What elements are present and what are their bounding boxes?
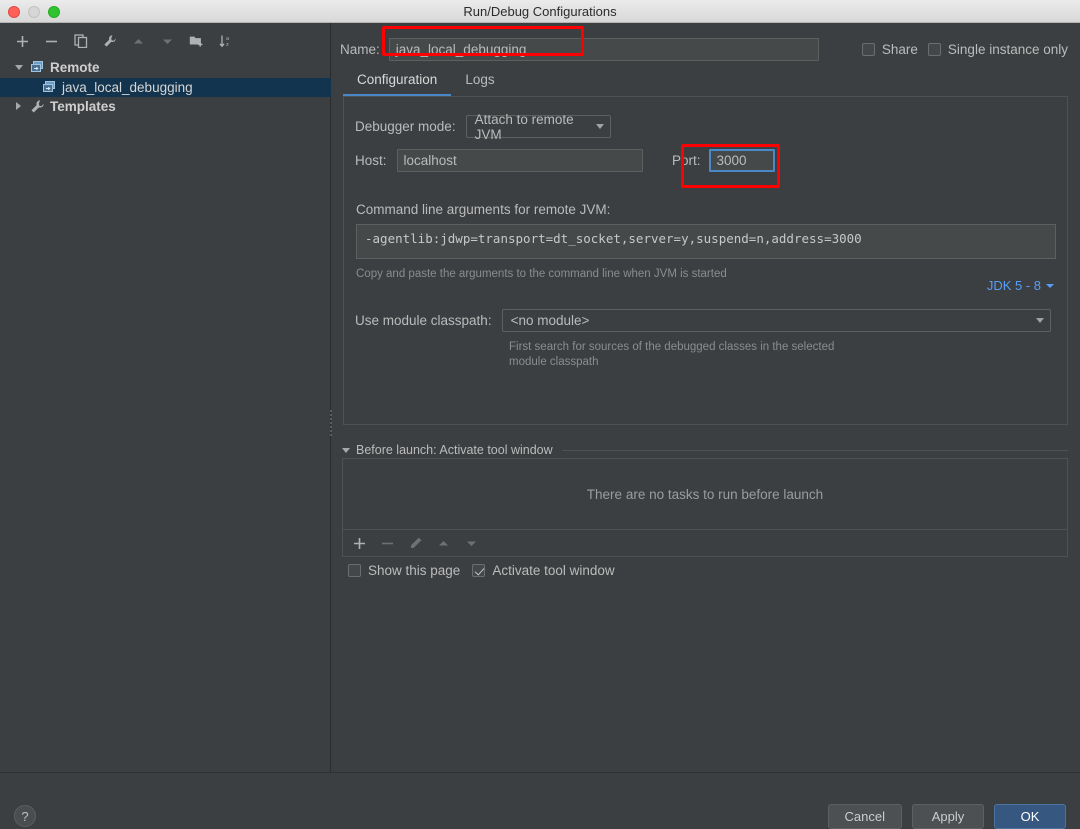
- jdk-version-label: JDK 5 - 8: [987, 278, 1041, 293]
- show-this-page-checkbox[interactable]: Show this page: [348, 563, 460, 578]
- debugger-mode-label: Debugger mode:: [355, 119, 456, 134]
- debugger-mode-select[interactable]: Attach to remote JVM: [466, 115, 611, 138]
- chevron-down-icon: [596, 124, 604, 129]
- copy-icon[interactable]: [72, 33, 89, 50]
- tab-configuration[interactable]: Configuration: [343, 72, 451, 96]
- window-title: Run/Debug Configurations: [0, 0, 1080, 23]
- move-up-button[interactable]: [130, 33, 147, 50]
- chevron-down-icon: [1036, 318, 1044, 323]
- folder-add-icon[interactable]: [188, 33, 205, 50]
- tree-label: java_local_debugging: [62, 78, 193, 97]
- before-launch-title: Before launch: Activate tool window: [356, 443, 553, 457]
- tab-logs[interactable]: Logs: [451, 72, 508, 96]
- help-button[interactable]: ?: [14, 805, 36, 827]
- checkbox-box[interactable]: [472, 564, 485, 577]
- tree-group-templates[interactable]: Templates: [0, 97, 331, 117]
- before-launch-header[interactable]: Before launch: Activate tool window: [342, 443, 553, 457]
- add-task-button[interactable]: [351, 535, 368, 552]
- tree-item-java-local-debugging[interactable]: java_local_debugging: [0, 78, 331, 98]
- task-up-button[interactable]: [435, 535, 452, 552]
- port-row: Port: 3000: [672, 149, 775, 172]
- module-classpath-value: <no module>: [511, 313, 590, 328]
- pencil-icon[interactable]: [407, 535, 424, 552]
- configuration-panel: Debugger mode: Attach to remote JVM Host…: [343, 97, 1068, 425]
- name-label: Name:: [340, 42, 380, 57]
- args-hint: Copy and paste the arguments to the comm…: [356, 267, 727, 282]
- single-instance-checkbox[interactable]: Single instance only: [928, 42, 1068, 57]
- before-launch-empty-message: There are no tasks to run before launch: [587, 487, 823, 502]
- before-launch-toolbar: [342, 530, 1068, 557]
- show-this-page-label: Show this page: [368, 563, 460, 578]
- module-classpath-label: Use module classpath:: [355, 313, 492, 328]
- tree-label: Remote: [50, 58, 100, 77]
- share-label: Share: [882, 42, 918, 57]
- chevron-down-icon[interactable]: [342, 448, 350, 453]
- host-input[interactable]: localhost: [397, 149, 643, 172]
- share-checkbox[interactable]: Share: [862, 42, 918, 57]
- sort-alpha-icon[interactable]: a z: [217, 33, 234, 50]
- window-titlebar: Run/Debug Configurations: [0, 0, 1080, 23]
- remove-button[interactable]: [43, 33, 60, 50]
- header-checkboxes: Share Single instance only: [862, 33, 1068, 65]
- tab-bar: Configuration Logs: [343, 69, 1068, 96]
- before-launch-options: Show this page Activate tool window: [348, 563, 615, 578]
- chevron-down-icon: [1046, 284, 1054, 288]
- add-button[interactable]: [14, 33, 31, 50]
- single-instance-label: Single instance only: [948, 42, 1068, 57]
- remove-task-button[interactable]: [379, 535, 396, 552]
- module-classpath-hint-line1: First search for sources of the debugged…: [509, 340, 834, 355]
- module-classpath-select[interactable]: <no module>: [502, 309, 1051, 332]
- before-launch-task-list[interactable]: There are no tasks to run before launch: [342, 458, 1068, 530]
- remote-debug-icon: [42, 80, 57, 95]
- tree-label: Templates: [50, 97, 116, 116]
- port-label: Port:: [672, 153, 701, 168]
- checkbox-box[interactable]: [862, 43, 875, 56]
- module-classpath-hint-line2: module classpath: [509, 355, 599, 370]
- host-label: Host:: [355, 153, 387, 168]
- jvm-arguments-field[interactable]: -agentlib:jdwp=transport=dt_socket,serve…: [356, 224, 1056, 259]
- remote-debug-icon: [30, 60, 45, 75]
- args-label: Command line arguments for remote JVM:: [356, 202, 610, 217]
- wrench-icon[interactable]: [101, 33, 118, 50]
- activate-tool-window-label: Activate tool window: [492, 563, 614, 578]
- jdk-version-selector[interactable]: JDK 5 - 8: [987, 278, 1054, 293]
- configurations-tree: Remote java_local_debugging: [0, 58, 331, 117]
- configuration-content: Name: java_local_debugging Share Single …: [331, 23, 1080, 772]
- activate-tool-window-checkbox[interactable]: Activate tool window: [472, 563, 614, 578]
- sidebar-toolbar: a z: [0, 28, 331, 54]
- checkbox-box[interactable]: [928, 43, 941, 56]
- debugger-mode-row: Debugger mode: Attach to remote JVM: [355, 115, 611, 138]
- module-classpath-row: Use module classpath: <no module>: [355, 309, 1051, 332]
- host-row: Host: localhost: [355, 149, 643, 172]
- checkbox-box[interactable]: [348, 564, 361, 577]
- before-launch-divider: [562, 450, 1068, 451]
- wrench-icon: [30, 99, 45, 114]
- run-debug-configurations-dialog: a z Remote: [0, 23, 1080, 817]
- footer-divider: [0, 772, 1080, 773]
- move-down-button[interactable]: [159, 33, 176, 50]
- port-input[interactable]: 3000: [709, 149, 775, 172]
- task-down-button[interactable]: [463, 535, 480, 552]
- name-input[interactable]: java_local_debugging: [389, 38, 819, 61]
- svg-text:z: z: [226, 42, 229, 48]
- debugger-mode-value: Attach to remote JVM: [475, 112, 586, 142]
- configurations-sidebar: a z Remote: [0, 23, 331, 772]
- chevron-right-icon[interactable]: [14, 101, 25, 112]
- chevron-down-icon[interactable]: [14, 62, 25, 73]
- tree-group-remote[interactable]: Remote: [0, 58, 331, 78]
